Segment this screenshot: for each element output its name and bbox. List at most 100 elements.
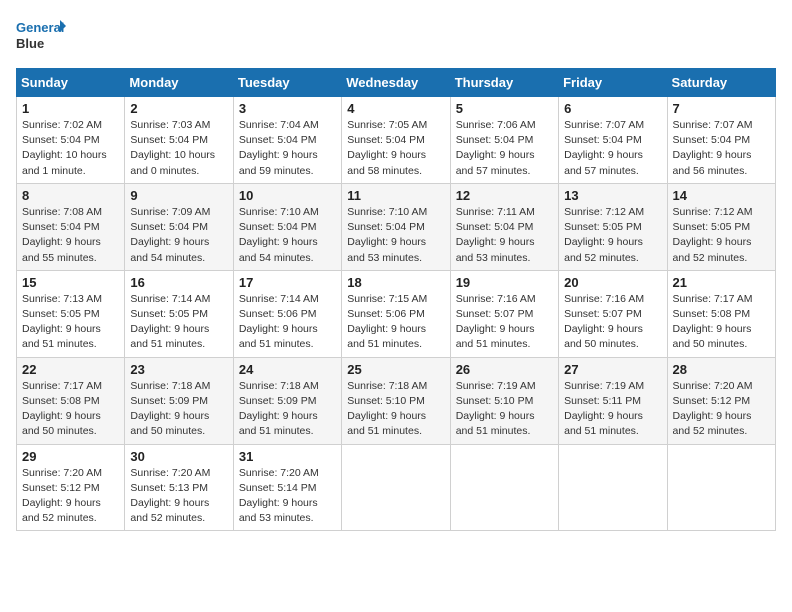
day-number: 4 [347, 101, 444, 116]
day-number: 18 [347, 275, 444, 290]
day-detail: Sunrise: 7:05 AM Sunset: 5:04 PM Dayligh… [347, 118, 444, 179]
calendar-cell: 6 Sunrise: 7:07 AM Sunset: 5:04 PM Daylig… [559, 97, 667, 184]
day-number: 30 [130, 449, 227, 464]
weekday-header-saturday: Saturday [667, 69, 775, 97]
day-number: 31 [239, 449, 336, 464]
calendar-cell: 23 Sunrise: 7:18 AM Sunset: 5:09 PM Dayli… [125, 357, 233, 444]
calendar-cell: 24 Sunrise: 7:18 AM Sunset: 5:09 PM Dayli… [233, 357, 341, 444]
day-detail: Sunrise: 7:09 AM Sunset: 5:04 PM Dayligh… [130, 205, 227, 266]
day-number: 5 [456, 101, 553, 116]
calendar-cell: 9 Sunrise: 7:09 AM Sunset: 5:04 PM Daylig… [125, 183, 233, 270]
day-number: 9 [130, 188, 227, 203]
day-detail: Sunrise: 7:07 AM Sunset: 5:04 PM Dayligh… [564, 118, 661, 179]
day-detail: Sunrise: 7:13 AM Sunset: 5:05 PM Dayligh… [22, 292, 119, 353]
day-number: 13 [564, 188, 661, 203]
calendar-cell: 7 Sunrise: 7:07 AM Sunset: 5:04 PM Daylig… [667, 97, 775, 184]
day-number: 22 [22, 362, 119, 377]
day-detail: Sunrise: 7:10 AM Sunset: 5:04 PM Dayligh… [239, 205, 336, 266]
calendar-cell: 17 Sunrise: 7:14 AM Sunset: 5:06 PM Dayli… [233, 270, 341, 357]
day-detail: Sunrise: 7:03 AM Sunset: 5:04 PM Dayligh… [130, 118, 227, 179]
day-detail: Sunrise: 7:19 AM Sunset: 5:10 PM Dayligh… [456, 379, 553, 440]
calendar-cell: 31Sunrise: 7:20 AM Sunset: 5:14 PM Dayli… [233, 444, 341, 531]
svg-text:General: General [16, 20, 64, 35]
day-number: 20 [564, 275, 661, 290]
calendar-cell: 29 Sunrise: 7:20 AM Sunset: 5:12 PM Dayli… [17, 444, 125, 531]
day-detail: Sunrise: 7:12 AM Sunset: 5:05 PM Dayligh… [564, 205, 661, 266]
calendar-cell: 19 Sunrise: 7:16 AM Sunset: 5:07 PM Dayli… [450, 270, 558, 357]
calendar-cell: 15 Sunrise: 7:13 AM Sunset: 5:05 PM Dayli… [17, 270, 125, 357]
day-number: 8 [22, 188, 119, 203]
weekday-header-tuesday: Tuesday [233, 69, 341, 97]
day-detail: Sunrise: 7:11 AM Sunset: 5:04 PM Dayligh… [456, 205, 553, 266]
day-detail: Sunrise: 7:15 AM Sunset: 5:06 PM Dayligh… [347, 292, 444, 353]
day-number: 3 [239, 101, 336, 116]
calendar-cell: 8 Sunrise: 7:08 AM Sunset: 5:04 PM Daylig… [17, 183, 125, 270]
day-detail: Sunrise: 7:14 AM Sunset: 5:06 PM Dayligh… [239, 292, 336, 353]
calendar-cell: 21 Sunrise: 7:17 AM Sunset: 5:08 PM Dayli… [667, 270, 775, 357]
calendar-cell: 20 Sunrise: 7:16 AM Sunset: 5:07 PM Dayli… [559, 270, 667, 357]
logo: General Blue [16, 16, 66, 56]
day-number: 16 [130, 275, 227, 290]
day-detail: Sunrise: 7:18 AM Sunset: 5:09 PM Dayligh… [130, 379, 227, 440]
calendar-cell [667, 444, 775, 531]
calendar-cell: 3Sunrise: 7:04 AM Sunset: 5:04 PM Daylig… [233, 97, 341, 184]
day-number: 7 [673, 101, 770, 116]
day-number: 1 [22, 101, 119, 116]
day-number: 28 [673, 362, 770, 377]
day-number: 29 [22, 449, 119, 464]
day-number: 19 [456, 275, 553, 290]
day-detail: Sunrise: 7:07 AM Sunset: 5:04 PM Dayligh… [673, 118, 770, 179]
day-number: 6 [564, 101, 661, 116]
day-number: 21 [673, 275, 770, 290]
day-detail: Sunrise: 7:16 AM Sunset: 5:07 PM Dayligh… [564, 292, 661, 353]
logo-svg: General Blue [16, 16, 66, 56]
weekday-header-thursday: Thursday [450, 69, 558, 97]
calendar-cell: 5 Sunrise: 7:06 AM Sunset: 5:04 PM Daylig… [450, 97, 558, 184]
calendar-cell: 14Sunrise: 7:12 AM Sunset: 5:05 PM Dayli… [667, 183, 775, 270]
day-detail: Sunrise: 7:16 AM Sunset: 5:07 PM Dayligh… [456, 292, 553, 353]
calendar-cell: 11 Sunrise: 7:10 AM Sunset: 5:04 PM Dayli… [342, 183, 450, 270]
page-header: General Blue [16, 16, 776, 56]
calendar-cell [450, 444, 558, 531]
day-detail: Sunrise: 7:20 AM Sunset: 5:12 PM Dayligh… [22, 466, 119, 527]
calendar-cell: 26 Sunrise: 7:19 AM Sunset: 5:10 PM Dayli… [450, 357, 558, 444]
calendar-table: SundayMondayTuesdayWednesdayThursdayFrid… [16, 68, 776, 531]
day-detail: Sunrise: 7:18 AM Sunset: 5:10 PM Dayligh… [347, 379, 444, 440]
day-detail: Sunrise: 7:17 AM Sunset: 5:08 PM Dayligh… [22, 379, 119, 440]
calendar-cell: 27Sunrise: 7:19 AM Sunset: 5:11 PM Dayli… [559, 357, 667, 444]
day-detail: Sunrise: 7:06 AM Sunset: 5:04 PM Dayligh… [456, 118, 553, 179]
day-detail: Sunrise: 7:20 AM Sunset: 5:12 PM Dayligh… [673, 379, 770, 440]
calendar-cell: 12 Sunrise: 7:11 AM Sunset: 5:04 PM Dayli… [450, 183, 558, 270]
day-number: 24 [239, 362, 336, 377]
calendar-cell: 13 Sunrise: 7:12 AM Sunset: 5:05 PM Dayli… [559, 183, 667, 270]
day-detail: Sunrise: 7:17 AM Sunset: 5:08 PM Dayligh… [673, 292, 770, 353]
calendar-cell: 4 Sunrise: 7:05 AM Sunset: 5:04 PM Daylig… [342, 97, 450, 184]
day-detail: Sunrise: 7:02 AM Sunset: 5:04 PM Dayligh… [22, 118, 119, 179]
calendar-cell: 2 Sunrise: 7:03 AM Sunset: 5:04 PM Daylig… [125, 97, 233, 184]
calendar-cell: 16 Sunrise: 7:14 AM Sunset: 5:05 PM Dayli… [125, 270, 233, 357]
day-number: 27 [564, 362, 661, 377]
day-number: 11 [347, 188, 444, 203]
calendar-cell: 18 Sunrise: 7:15 AM Sunset: 5:06 PM Dayli… [342, 270, 450, 357]
weekday-header-sunday: Sunday [17, 69, 125, 97]
day-detail: Sunrise: 7:18 AM Sunset: 5:09 PM Dayligh… [239, 379, 336, 440]
calendar-cell [559, 444, 667, 531]
day-number: 25 [347, 362, 444, 377]
calendar-cell: 25 Sunrise: 7:18 AM Sunset: 5:10 PM Dayli… [342, 357, 450, 444]
day-number: 12 [456, 188, 553, 203]
day-number: 26 [456, 362, 553, 377]
day-number: 23 [130, 362, 227, 377]
calendar-cell: 30 Sunrise: 7:20 AM Sunset: 5:13 PM Dayli… [125, 444, 233, 531]
calendar-cell [342, 444, 450, 531]
day-detail: Sunrise: 7:10 AM Sunset: 5:04 PM Dayligh… [347, 205, 444, 266]
day-detail: Sunrise: 7:14 AM Sunset: 5:05 PM Dayligh… [130, 292, 227, 353]
day-number: 15 [22, 275, 119, 290]
day-number: 2 [130, 101, 227, 116]
day-number: 17 [239, 275, 336, 290]
calendar-cell: 22 Sunrise: 7:17 AM Sunset: 5:08 PM Dayli… [17, 357, 125, 444]
svg-text:Blue: Blue [16, 36, 44, 51]
day-detail: Sunrise: 7:20 AM Sunset: 5:13 PM Dayligh… [130, 466, 227, 527]
day-detail: Sunrise: 7:08 AM Sunset: 5:04 PM Dayligh… [22, 205, 119, 266]
calendar-cell: 10Sunrise: 7:10 AM Sunset: 5:04 PM Dayli… [233, 183, 341, 270]
weekday-header-wednesday: Wednesday [342, 69, 450, 97]
